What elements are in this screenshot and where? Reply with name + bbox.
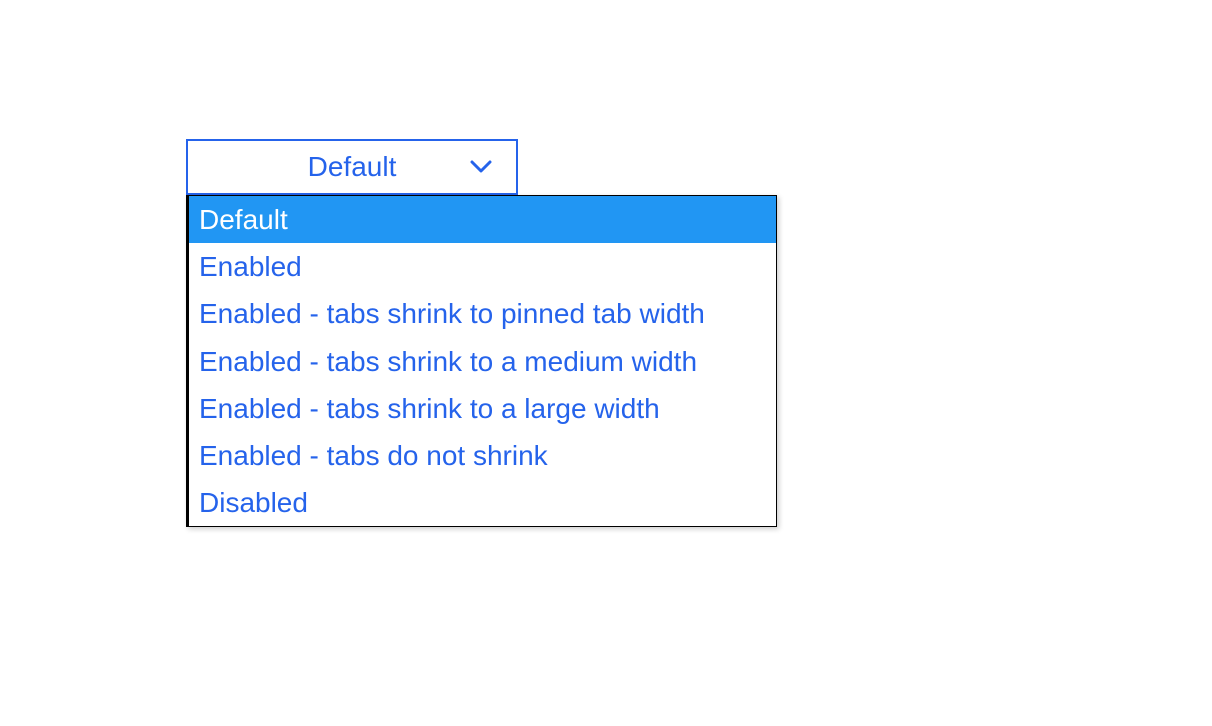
dropdown-option[interactable]: Enabled [189, 243, 776, 290]
dropdown-option[interactable]: Disabled [189, 479, 776, 526]
dropdown-container: Default Default Enabled Enabled - tabs s… [186, 139, 518, 195]
chevron-down-icon [470, 160, 492, 174]
dropdown-option[interactable]: Enabled - tabs shrink to pinned tab widt… [189, 290, 776, 337]
dropdown-option[interactable]: Enabled - tabs shrink to a medium width [189, 338, 776, 385]
dropdown-option[interactable]: Default [189, 196, 776, 243]
dropdown-selected-label: Default [188, 151, 516, 183]
dropdown-options-list: Default Enabled Enabled - tabs shrink to… [186, 195, 777, 527]
dropdown-select[interactable]: Default [186, 139, 518, 195]
dropdown-option[interactable]: Enabled - tabs do not shrink [189, 432, 776, 479]
dropdown-option[interactable]: Enabled - tabs shrink to a large width [189, 385, 776, 432]
